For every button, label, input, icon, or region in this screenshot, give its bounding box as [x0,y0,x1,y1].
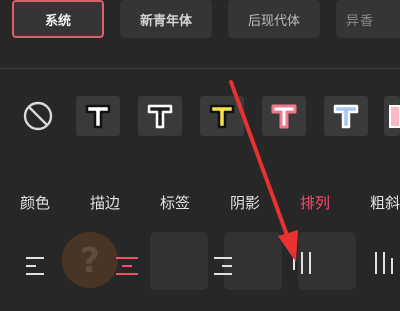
annotation-arrow [0,0,400,304]
